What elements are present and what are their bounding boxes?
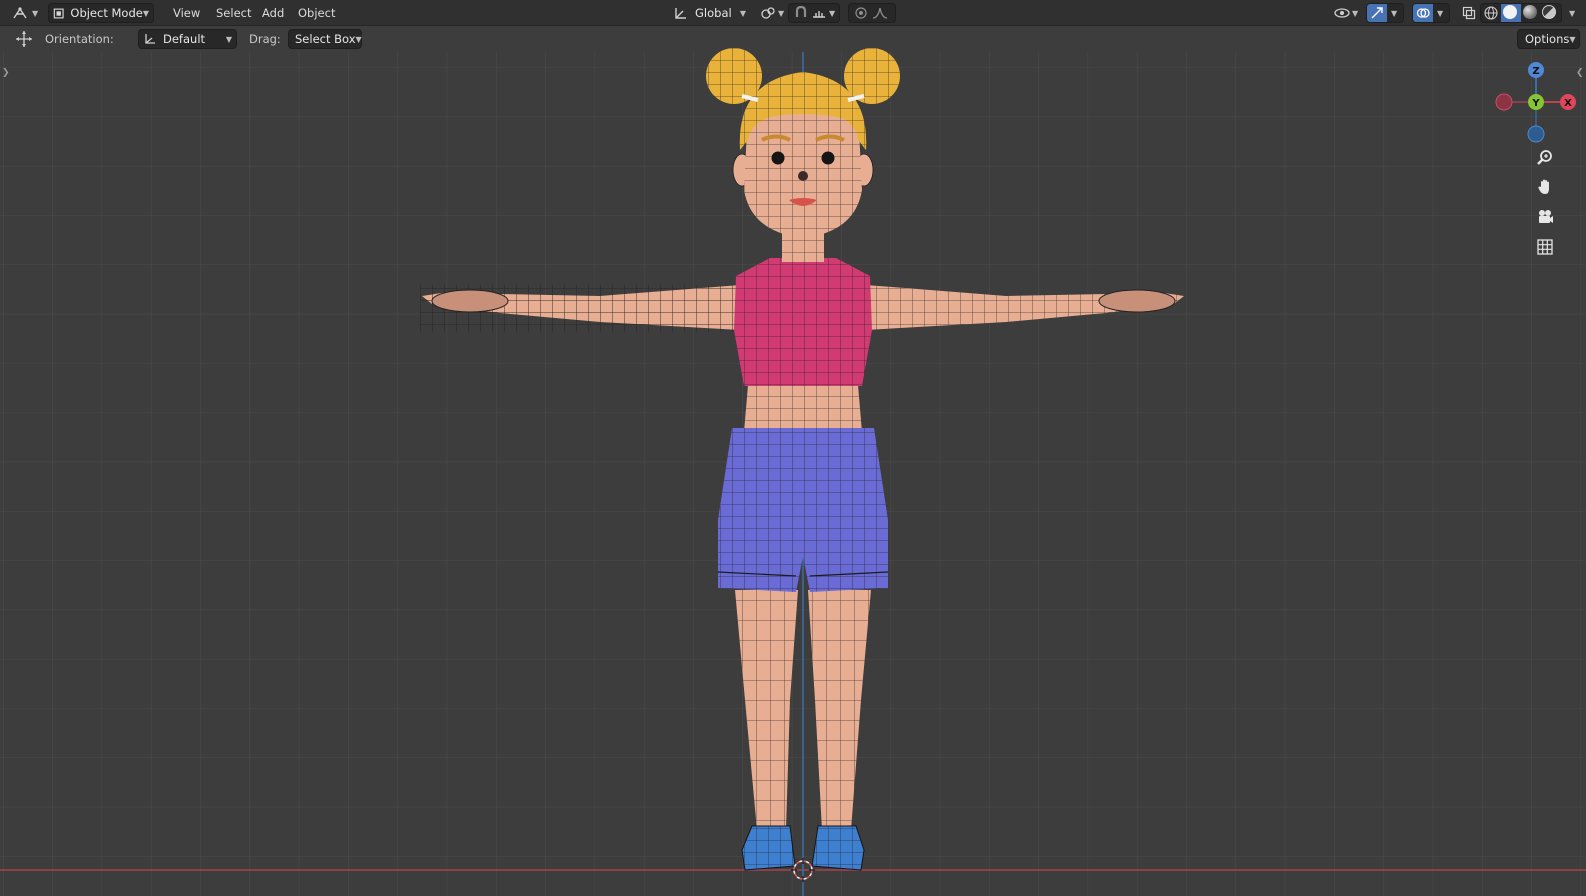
menu-add[interactable]: Add: [257, 3, 289, 23]
orientation-value: Default: [163, 32, 206, 46]
camera-view-icon: [1539, 210, 1553, 223]
xray-toggle[interactable]: [1458, 3, 1480, 23]
left-eye: [771, 151, 785, 165]
gizmo-neg-x[interactable]: [1495, 93, 1513, 111]
wireframe-shading-icon[interactable]: [1484, 6, 1498, 20]
viewport-header: ▼ Object Mode ▼ View Select Add Object G…: [0, 0, 1586, 26]
snap-target-icon[interactable]: [811, 5, 827, 21]
editor-type-icon: [13, 7, 27, 19]
gizmo-x-label: X: [1564, 98, 1572, 109]
selectability-visibility-icon: [1334, 8, 1350, 18]
zoom-icon: [1537, 150, 1552, 165]
selectability-visibility-dropdown[interactable]: ▼: [1330, 3, 1362, 23]
gizmo-z-label: Z: [1532, 66, 1539, 77]
overlays-icon: [1416, 8, 1430, 18]
shading-popover-caret[interactable]: ▼: [1569, 9, 1575, 18]
tool-settings-bar: Orientation: Default ▼ Drag: Select Box …: [0, 26, 1586, 52]
proportional-editing-icon[interactable]: [854, 6, 868, 20]
mode-dropdown[interactable]: Object Mode ▼: [48, 3, 154, 23]
proportional-editing-group[interactable]: [848, 3, 896, 23]
snap-icon[interactable]: [793, 5, 809, 21]
ortho-toggle-button[interactable]: [1533, 235, 1557, 259]
transform-orientation-label: Global: [695, 6, 732, 20]
options-dropdown[interactable]: Options ▼: [1517, 29, 1580, 49]
move-tool-icon[interactable]: [15, 30, 33, 48]
camera-view-button[interactable]: [1533, 205, 1557, 229]
toolbar-expand-arrow[interactable]: ❯: [2, 68, 10, 78]
gizmo-y-label: Y: [1531, 98, 1540, 109]
menu-view[interactable]: View: [168, 3, 205, 23]
blender-3d-viewport[interactable]: Z X Y ▼ Object Mode ▼ View Select Add Ob…: [0, 0, 1586, 896]
drag-value: Select Box: [295, 32, 356, 46]
material-preview-icon[interactable]: [1523, 5, 1537, 19]
options-label: Options: [1525, 32, 1570, 46]
gizmo-neg-z[interactable]: [1527, 125, 1545, 143]
orientation-axes-icon: [145, 34, 155, 44]
drag-dropdown[interactable]: Select Box ▼: [288, 29, 362, 49]
nose: [798, 171, 808, 181]
transform-orientation-icon: [675, 8, 686, 19]
viewport-canvas[interactable]: Z X Y: [0, 0, 1586, 896]
object-mode-icon: [53, 8, 64, 18]
menu-object[interactable]: Object: [293, 3, 340, 23]
rendered-shading-icon[interactable]: [1542, 5, 1556, 19]
sidebar-expand-arrow[interactable]: ❮: [1576, 68, 1584, 78]
drag-label: Drag:: [249, 32, 281, 46]
editor-type-button[interactable]: ▼: [8, 3, 42, 23]
mode-label: Object Mode: [70, 6, 143, 20]
gizmos-group[interactable]: ▼: [1366, 3, 1404, 23]
pan-hand-icon: [1538, 179, 1549, 194]
ortho-grid-icon: [1537, 239, 1553, 255]
orientation-dropdown[interactable]: Default ▼: [138, 29, 237, 49]
falloff-icon[interactable]: [872, 6, 888, 20]
transform-orientation-dropdown[interactable]: Global ▼: [670, 3, 750, 23]
left-hand: [431, 289, 509, 313]
pivot-point-dropdown[interactable]: ▼: [756, 3, 788, 23]
pan-button[interactable]: [1533, 175, 1557, 199]
menu-select[interactable]: Select: [211, 3, 256, 23]
snap-group[interactable]: ▼: [788, 3, 840, 23]
pivot-point-icon: [761, 7, 775, 19]
xray-icon: [1462, 6, 1476, 20]
right-eye: [821, 151, 835, 165]
orientation-label: Orientation:: [45, 32, 114, 46]
zoom-button[interactable]: [1533, 146, 1557, 170]
solid-shading-icon[interactable]: [1503, 5, 1517, 19]
overlays-group[interactable]: ▼: [1412, 3, 1450, 23]
right-hand: [1098, 289, 1176, 313]
gizmos-icon: [1371, 7, 1383, 19]
